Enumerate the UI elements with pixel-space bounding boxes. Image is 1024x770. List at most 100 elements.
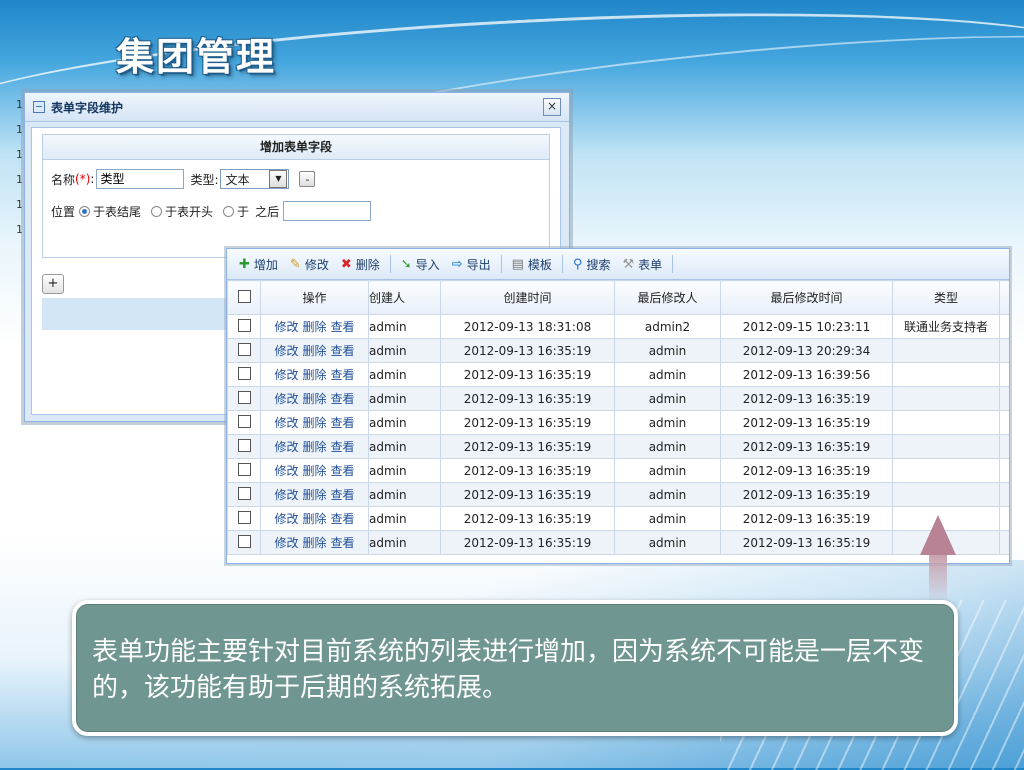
column-header-type[interactable]: 类型	[892, 280, 1000, 315]
template-button-label: 模板	[527, 257, 552, 272]
table-row[interactable]: 修改 删除 查看 admin 2012-09-13 16:35:19 admin 2012-…	[227, 506, 1009, 531]
row-select-cell[interactable]	[227, 338, 261, 363]
edit-link[interactable]: 修改	[274, 320, 298, 334]
row-checkbox[interactable]	[237, 486, 251, 500]
grid-toolbar: ✚ 增加 ✎ 修改 ✖ 删除 ➘ 导入 ⇨ 导出 ▤ 模板 ⚲ 搜索 ⚒ 表单	[227, 249, 1009, 280]
select-all-cell[interactable]	[227, 280, 261, 315]
radio-table-start[interactable]	[151, 205, 163, 217]
row-select-cell[interactable]	[227, 386, 261, 411]
column-header-actions[interactable]: 操作	[260, 280, 369, 315]
row-select-cell[interactable]	[227, 506, 261, 531]
dialog-header[interactable]: 表单字段维护 ×	[25, 93, 569, 122]
view-link[interactable]: 查看	[331, 464, 355, 478]
row-select-cell[interactable]	[227, 434, 261, 459]
column-header-last-modifier[interactable]: 最后修改人	[614, 280, 721, 315]
view-link[interactable]: 查看	[331, 344, 355, 358]
view-link[interactable]: 查看	[331, 536, 355, 550]
edit-link[interactable]: 修改	[274, 368, 298, 382]
edit-link[interactable]: 修改	[274, 344, 298, 358]
row-select-cell[interactable]	[227, 482, 261, 507]
row-select-cell[interactable]	[227, 314, 261, 339]
close-button[interactable]: ×	[543, 98, 561, 116]
created-time-cell: 2012-09-13 18:31:08	[440, 314, 615, 339]
export-button[interactable]: ⇨ 导出	[446, 253, 497, 275]
row-select-cell[interactable]	[227, 530, 261, 555]
type-select[interactable]: 文本 ▼	[220, 169, 290, 189]
column-header-last-modified-time[interactable]: 最后修改时间	[720, 280, 893, 315]
window-icon	[33, 101, 45, 113]
row-checkbox[interactable]	[237, 438, 251, 452]
type-cell: 联通业务支持者	[892, 314, 1000, 339]
row-actions-cell: 修改 删除 查看	[260, 362, 369, 387]
column-header-created-time[interactable]: 创建时间	[440, 280, 615, 315]
created-time-cell: 2012-09-13 16:35:19	[440, 482, 615, 507]
row-checkbox[interactable]	[237, 318, 251, 332]
edit-link[interactable]: 修改	[274, 488, 298, 502]
created-time-cell: 2012-09-13 16:35:19	[440, 530, 615, 555]
after-field-input[interactable]	[283, 201, 372, 221]
row-checkbox[interactable]	[237, 462, 251, 476]
delete-link[interactable]: 删除	[302, 512, 326, 526]
row-checkbox[interactable]	[237, 366, 251, 380]
radio-table-end[interactable]	[79, 205, 91, 217]
toolbar-separator	[561, 255, 563, 273]
delete-link[interactable]: 删除	[302, 464, 326, 478]
remove-button[interactable]: -	[299, 171, 316, 187]
delete-link[interactable]: 删除	[302, 344, 326, 358]
add-button[interactable]: ✚ 增加	[233, 253, 284, 275]
delete-button[interactable]: ✖ 删除	[335, 253, 386, 275]
view-link[interactable]: 查看	[331, 320, 355, 334]
row-checkbox[interactable]	[237, 510, 251, 524]
type-cell	[892, 386, 1000, 411]
row-select-cell[interactable]	[227, 410, 261, 435]
edit-link[interactable]: 修改	[274, 512, 298, 526]
row-checkbox[interactable]	[237, 342, 251, 356]
table-row[interactable]: 修改 删除 查看 admin 2012-09-13 16:35:19 admin 2012-…	[227, 362, 1009, 387]
template-button[interactable]: ▤ 模板	[506, 253, 558, 275]
chevron-down-icon[interactable]: ▼	[269, 170, 288, 188]
radio-after[interactable]	[223, 205, 235, 217]
delete-link[interactable]: 删除	[302, 392, 326, 406]
table-row[interactable]: 修改 删除 查看 admin 2012-09-13 16:35:19 admin 2012-…	[227, 458, 1009, 483]
delete-link[interactable]: 删除	[302, 320, 326, 334]
view-link[interactable]: 查看	[331, 512, 355, 526]
delete-link[interactable]: 删除	[302, 536, 326, 550]
table-row[interactable]: 修改 删除 查看 admin 2012-09-13 16:35:19 admin 2012-…	[227, 386, 1009, 411]
view-link[interactable]: 查看	[331, 440, 355, 454]
delete-link[interactable]: 删除	[302, 416, 326, 430]
creator-cell: admin	[368, 410, 441, 435]
row-select-cell[interactable]	[227, 362, 261, 387]
add-field-button[interactable]: +	[42, 274, 64, 294]
table-row[interactable]: 修改 删除 查看 admin 2012-09-13 16:35:19 admin 2012-…	[227, 410, 1009, 435]
view-link[interactable]: 查看	[331, 392, 355, 406]
search-button[interactable]: ⚲ 搜索	[567, 253, 617, 275]
delete-link[interactable]: 删除	[302, 488, 326, 502]
table-row[interactable]: 修改 删除 查看 admin 2012-09-13 18:31:08 admin2 2012…	[227, 314, 1009, 339]
view-link[interactable]: 查看	[331, 416, 355, 430]
row-checkbox[interactable]	[237, 390, 251, 404]
row-select-cell[interactable]	[227, 458, 261, 483]
toolbar-separator	[389, 255, 391, 273]
select-all-checkbox[interactable]	[237, 289, 251, 303]
table-row[interactable]: 修改 删除 查看 admin 2012-09-13 16:35:19 admin 2012-…	[227, 530, 1009, 555]
view-link[interactable]: 查看	[331, 488, 355, 502]
import-button[interactable]: ➘ 导入	[395, 253, 446, 275]
name-input[interactable]	[96, 169, 185, 189]
view-link[interactable]: 查看	[331, 368, 355, 382]
edit-link[interactable]: 修改	[274, 440, 298, 454]
delete-link[interactable]: 删除	[302, 368, 326, 382]
edit-button[interactable]: ✎ 修改	[284, 253, 335, 275]
row-checkbox[interactable]	[237, 534, 251, 548]
edit-link[interactable]: 修改	[274, 536, 298, 550]
row-checkbox[interactable]	[237, 414, 251, 428]
column-header-creator[interactable]: 创建人	[368, 280, 441, 315]
delete-link[interactable]: 删除	[302, 440, 326, 454]
required-marker: (*)	[75, 172, 91, 186]
table-row[interactable]: 修改 删除 查看 admin 2012-09-13 16:35:19 admin 2012-…	[227, 338, 1009, 363]
table-row[interactable]: 修改 删除 查看 admin 2012-09-13 16:35:19 admin 2012-…	[227, 434, 1009, 459]
edit-link[interactable]: 修改	[274, 416, 298, 430]
table-row[interactable]: 修改 删除 查看 admin 2012-09-13 16:35:19 admin 2012-…	[227, 482, 1009, 507]
form-button[interactable]: ⚒ 表单	[616, 253, 668, 275]
edit-link[interactable]: 修改	[274, 392, 298, 406]
edit-link[interactable]: 修改	[274, 464, 298, 478]
